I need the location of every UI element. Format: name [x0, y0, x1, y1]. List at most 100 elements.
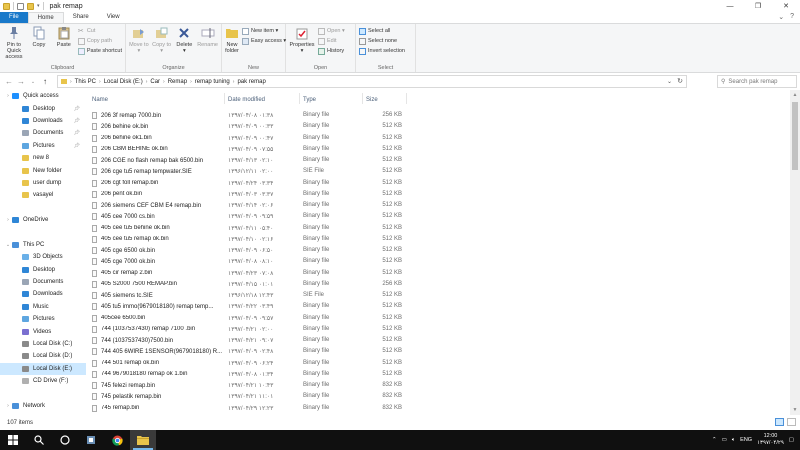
nav-item-pictures[interactable]: Pictures: [0, 313, 86, 325]
tab-home[interactable]: Home: [27, 12, 64, 23]
table-row[interactable]: 206 CBM BEHINE ok.bin ۱۳۹۷/۰۴/۰۹ ۰۷:۵۵ Bin…: [86, 144, 790, 155]
nav-item-local-disk-e[interactable]: Local Disk (E:): [0, 362, 86, 375]
refresh-icon[interactable]: ↻: [677, 77, 683, 85]
breadcrumb-local-disk[interactable]: Local Disk (E:): [101, 79, 146, 85]
cut-button[interactable]: ✂ Cut: [78, 27, 122, 35]
table-row[interactable]: 744 405 6WIRE 1SENSOR(9679018180) R... ۱۳…: [86, 346, 790, 357]
new-folder-icon[interactable]: [27, 2, 34, 10]
language-indicator[interactable]: ENG: [740, 437, 752, 443]
clock[interactable]: 12:00 ۱۳۹۷/۰۴/۲۹: [757, 433, 784, 447]
column-name[interactable]: Name: [92, 97, 108, 103]
forward-arrow-icon[interactable]: →: [15, 77, 27, 86]
nav-item-documents[interactable]: Documents 📌︎: [0, 127, 86, 139]
table-row[interactable]: 744 (1037537430) remap 7100 .bin ۱۳۹۷/۰۴/…: [86, 324, 790, 335]
search-input[interactable]: ⚲ Search pak remap: [717, 75, 797, 88]
nav-item-pictures[interactable]: Pictures 📌︎: [0, 140, 86, 152]
column-divider[interactable]: [224, 93, 225, 104]
scrollbar-thumb[interactable]: [792, 102, 798, 170]
chrome-button[interactable]: [104, 430, 130, 450]
recent-locations-icon[interactable]: ⌄: [27, 79, 39, 85]
collapse-ribbon-icon[interactable]: ⌄: [778, 13, 784, 21]
breadcrumb-remap[interactable]: Remap: [165, 79, 190, 85]
table-row[interactable]: 206 cge tu5 remap tempwater.SIE ۱۳۹۶/۱۲/۱…: [86, 166, 790, 177]
table-row[interactable]: 206 CGE no flash remap bak 6500.bin ۱۳۹۷/…: [86, 155, 790, 166]
nav-item-local-disk-d[interactable]: Local Disk (D:): [0, 350, 86, 362]
start-button[interactable]: [0, 430, 26, 450]
table-row[interactable]: 745 remap.bin ۱۳۹۷/۰۴/۲۹ ۱۲:۲۳ Binary file…: [86, 403, 790, 414]
breadcrumb-remap-tuning[interactable]: remap tuning: [192, 79, 233, 85]
tab-file[interactable]: File: [0, 12, 28, 23]
open-button[interactable]: Open ▾: [318, 27, 345, 35]
expand-icon[interactable]: ›: [4, 217, 12, 223]
breadcrumb-this-pc[interactable]: This PC: [72, 79, 99, 85]
column-divider[interactable]: [299, 93, 300, 104]
breadcrumb-pak-remap[interactable]: pak remap: [234, 79, 268, 85]
notifications-icon[interactable]: ▢: [789, 437, 794, 443]
nav-item-new-folder[interactable]: New folder: [0, 164, 86, 176]
nav-item-vasayel[interactable]: vasayel: [0, 189, 86, 201]
address-bar[interactable]: › This PC › Local Disk (E:) › Car › Rema…: [57, 75, 687, 88]
table-row[interactable]: 405 tu5 immo(9679018180) remap temp... ۱۳…: [86, 301, 790, 312]
column-type[interactable]: Type: [303, 97, 316, 103]
taskbar-app-icon[interactable]: [78, 430, 104, 450]
vertical-scrollbar[interactable]: ▲ ▼: [790, 90, 800, 415]
nav-item-new-8[interactable]: new 8: [0, 152, 86, 164]
nav-item-3d-objects[interactable]: 3D Objects: [0, 251, 86, 263]
network-icon[interactable]: ▭: [722, 437, 727, 443]
history-button[interactable]: History: [318, 47, 345, 55]
table-row[interactable]: 405 cge 7000 ok.bin ۱۳۹۷/۰۴/۰۸ ۰۸:۱۰ Binar…: [86, 256, 790, 267]
table-row[interactable]: 405 cee 7000 cs.bin ۱۳۹۷/۰۴/۰۹ ۰۹:۵۹ Binar…: [86, 211, 790, 222]
column-divider[interactable]: [406, 93, 407, 104]
select-none-button[interactable]: Select none: [359, 37, 405, 45]
nav-item-local-disk-c[interactable]: Local Disk (C:): [0, 338, 86, 350]
nav-item-desktop[interactable]: Desktop: [0, 263, 86, 275]
table-row[interactable]: 744 9679018180 remap ok 1.bin ۱۳۹۷/۰۴/۰۸ …: [86, 369, 790, 380]
copy-path-button[interactable]: Copy path: [77, 37, 122, 45]
table-row[interactable]: 206 3f remap 7000.bin ۱۳۹۷/۰۴/۰۸ ۰۱:۳۸ Bin…: [86, 110, 790, 121]
table-row[interactable]: 744 501 remap ok.bin ۱۳۹۷/۰۴/۰۹ ۰۶:۲۴ Bina…: [86, 358, 790, 369]
large-icons-view-icon[interactable]: [787, 418, 796, 426]
tab-view[interactable]: View: [98, 12, 129, 23]
invert-selection-button[interactable]: Invert selection: [359, 47, 405, 55]
table-row[interactable]: 206 behine ok.bin ۱۳۹۷/۰۴/۰۹ ۰۰:۳۳ Binary …: [86, 121, 790, 132]
close-button[interactable]: ✕: [772, 0, 800, 12]
nav-item-network[interactable]: › Network: [0, 400, 86, 412]
properties-icon[interactable]: [17, 2, 24, 10]
select-all-button[interactable]: Select all: [359, 27, 405, 35]
nav-item-quick-access[interactable]: › Quick access: [0, 90, 86, 102]
help-icon[interactable]: ?: [790, 13, 794, 21]
nav-item-this-pc[interactable]: ⌄ This PC: [0, 239, 86, 251]
nav-item-videos[interactable]: Videos: [0, 325, 86, 337]
chevron-down-icon[interactable]: ▾: [37, 3, 40, 9]
table-row[interactable]: 405cee 6500.bin ۱۳۹۷/۰۴/۰۹ ۰۹:۵۷ Binary fi…: [86, 313, 790, 324]
nav-item-downloads[interactable]: Downloads: [0, 288, 86, 300]
chevron-up-icon[interactable]: ⌃: [712, 437, 717, 443]
scroll-down-icon[interactable]: ▼: [790, 407, 800, 413]
search-button[interactable]: [26, 430, 52, 450]
paste-shortcut-button[interactable]: Paste shortcut: [77, 47, 122, 55]
table-row[interactable]: 206 behine ok1.bin ۱۳۹۷/۰۴/۰۹ ۰۰:۴۷ Binary…: [86, 133, 790, 144]
table-row[interactable]: 745 felezi remap.bin ۱۳۹۷/۰۴/۲۱ ۱۰:۴۳ Bina…: [86, 380, 790, 391]
nav-item-cd-drive-f[interactable]: CD Drive (F:): [0, 375, 86, 387]
edit-button[interactable]: Edit: [318, 37, 345, 45]
nav-item-music[interactable]: Music: [0, 301, 86, 313]
table-row[interactable]: 206 pent ok.bin ۱۳۹۷/۰۴/۰۳ ۰۳:۳۷ Binary fi…: [86, 189, 790, 200]
table-row[interactable]: 206 siemens CEF CBM E4 remap.bin ۱۳۹۷/۰۴/…: [86, 200, 790, 211]
minimize-button[interactable]: —: [716, 0, 744, 12]
volume-icon[interactable]: 🔈︎: [732, 437, 735, 444]
easy-access-button[interactable]: Easy access ▾: [242, 37, 286, 45]
task-view-button[interactable]: [52, 430, 78, 450]
table-row[interactable]: 405 cee tu5 behine ok.bin ۱۳۹۷/۰۴/۱۱ ۰۵:۴…: [86, 223, 790, 234]
table-row[interactable]: 405 S2000 7500 REMAP.bin ۱۳۹۷/۰۴/۱۵ ۰۱:۰۱…: [86, 279, 790, 290]
column-size[interactable]: Size: [366, 97, 378, 103]
nav-item-onedrive[interactable]: › OneDrive: [0, 214, 86, 226]
nav-item-downloads[interactable]: Downloads 📌︎: [0, 115, 86, 127]
column-divider[interactable]: [362, 93, 363, 104]
tab-share[interactable]: Share: [64, 12, 98, 23]
file-explorer-button[interactable]: [130, 430, 156, 450]
table-row[interactable]: 745 pelastik remap.bin ۱۳۹۷/۰۴/۲۱ ۱۱:۰۱ Bi…: [86, 391, 790, 402]
details-view-icon[interactable]: [775, 418, 784, 426]
expand-icon[interactable]: ⌄: [4, 242, 12, 248]
column-date-modified[interactable]: Date modified: [228, 97, 265, 103]
table-row[interactable]: 206 cgt foll remap.bin ۱۳۹۷/۰۴/۲۴ ۰۳:۳۴ Bi…: [86, 178, 790, 189]
